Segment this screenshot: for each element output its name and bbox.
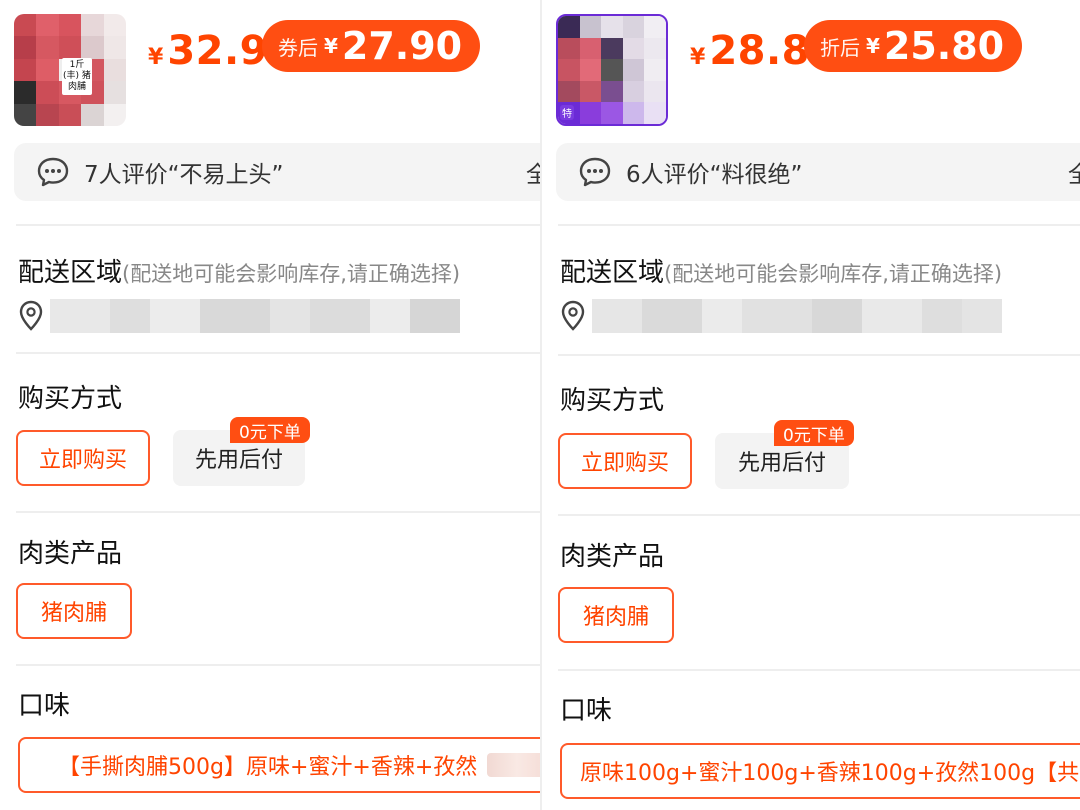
location-pin-icon [561, 300, 585, 331]
coupon-amount: 27.90 [341, 24, 463, 68]
flavor-blurred [487, 753, 540, 777]
pay-later-badge: 0元下单 [230, 417, 310, 443]
review-more-link[interactable]: 全 [1068, 155, 1080, 189]
flavor-title: 口味 [560, 696, 613, 726]
review-summary[interactable]: 7人评价“不易上头” 全 [14, 143, 540, 201]
coupon-price-badge: 券后 ¥ 27.90 [262, 20, 481, 72]
divider [558, 224, 1080, 226]
divider [16, 224, 540, 226]
location-pin-icon [19, 300, 43, 331]
coupon-tag: 券后 [278, 35, 318, 60]
delivery-title: 配送区域 [18, 258, 123, 288]
product-panel-right: 特 ¥ 28.8 折后 ¥ 25.80 6人评价“料很绝” 全 配送区域(配送地… [542, 0, 1080, 810]
product-panel-left: 1斤 (丰) 猪肉脯 ¥ 32.9 券后 ¥ 27.90 7人评价“不易上头” … [0, 0, 540, 810]
purchase-title: 购买方式 [18, 384, 123, 414]
divider [16, 511, 540, 513]
meat-option[interactable]: 猪肉脯 [16, 583, 132, 639]
delivery-hint: (配送地可能会影响库存,请正确选择) [664, 262, 1003, 286]
review-summary[interactable]: 6人评价“料很绝” 全 [556, 143, 1080, 201]
discount-symbol: ¥ [866, 34, 880, 58]
price-symbol: ¥ [148, 45, 164, 70]
address-blurred [50, 299, 460, 333]
review-more-link[interactable]: 全 [526, 155, 540, 189]
meat-title: 肉类产品 [18, 539, 123, 569]
flavor-option[interactable]: 原味100g+蜜汁100g+香辣100g+孜然100g【共4 [560, 743, 1080, 799]
thumbnail-label: 1斤 (丰) 猪肉脯 [62, 58, 92, 95]
product-thumbnail[interactable]: 特 [556, 14, 668, 126]
divider [558, 669, 1080, 671]
product-thumbnail[interactable]: 1斤 (丰) 猪肉脯 [14, 14, 126, 126]
delivery-hint: (配送地可能会影响库存,请正确选择) [122, 262, 461, 286]
purchase-title: 购买方式 [560, 386, 665, 416]
delivery-address[interactable] [18, 296, 460, 336]
price-amount: 32.9 [167, 28, 269, 74]
comment-bubble-icon [579, 157, 611, 187]
flavor-title: 口味 [18, 691, 71, 721]
address-blurred [592, 299, 1002, 333]
flavor-option[interactable]: 【手撕肉脯500g】原味+蜜汁+香辣+孜然 [18, 737, 540, 793]
divider [558, 354, 1080, 356]
thumbnail-tag: 特 [560, 105, 574, 120]
pay-later-badge: 0元下单 [774, 420, 854, 446]
delivery-title: 配送区域 [560, 258, 665, 288]
review-text: 7人评价“不易上头” [84, 162, 284, 188]
divider [558, 514, 1080, 516]
buy-now-option[interactable]: 立即购买 [16, 430, 150, 486]
original-price: ¥ 28.8 [690, 28, 810, 74]
divider [16, 352, 540, 354]
delivery-section-title: 配送区域(配送地可能会影响库存,请正确选择) [18, 252, 460, 289]
thumbnail-mosaic [558, 16, 666, 124]
review-text: 6人评价“料很绝” [626, 162, 803, 188]
comment-bubble-icon [37, 157, 69, 187]
price-symbol: ¥ [690, 45, 706, 70]
discount-tag: 折后 [820, 35, 860, 60]
buy-now-option[interactable]: 立即购买 [558, 433, 692, 489]
flavor-option-label: 【手撕肉脯500g】原味+蜜汁+香辣+孜然 [58, 755, 478, 780]
original-price: ¥ 32.9 [148, 28, 268, 74]
coupon-symbol: ¥ [324, 34, 338, 58]
discount-price-badge: 折后 ¥ 25.80 [804, 20, 1023, 72]
meat-title: 肉类产品 [560, 542, 665, 572]
price-amount: 28.8 [709, 28, 811, 74]
divider [16, 664, 540, 666]
meat-option[interactable]: 猪肉脯 [558, 587, 674, 643]
delivery-section-title: 配送区域(配送地可能会影响库存,请正确选择) [560, 252, 1002, 289]
delivery-address[interactable] [560, 296, 1002, 336]
discount-amount: 25.80 [883, 24, 1005, 68]
flavor-option-label: 原味100g+蜜汁100g+香辣100g+孜然100g【共4 [580, 761, 1080, 786]
